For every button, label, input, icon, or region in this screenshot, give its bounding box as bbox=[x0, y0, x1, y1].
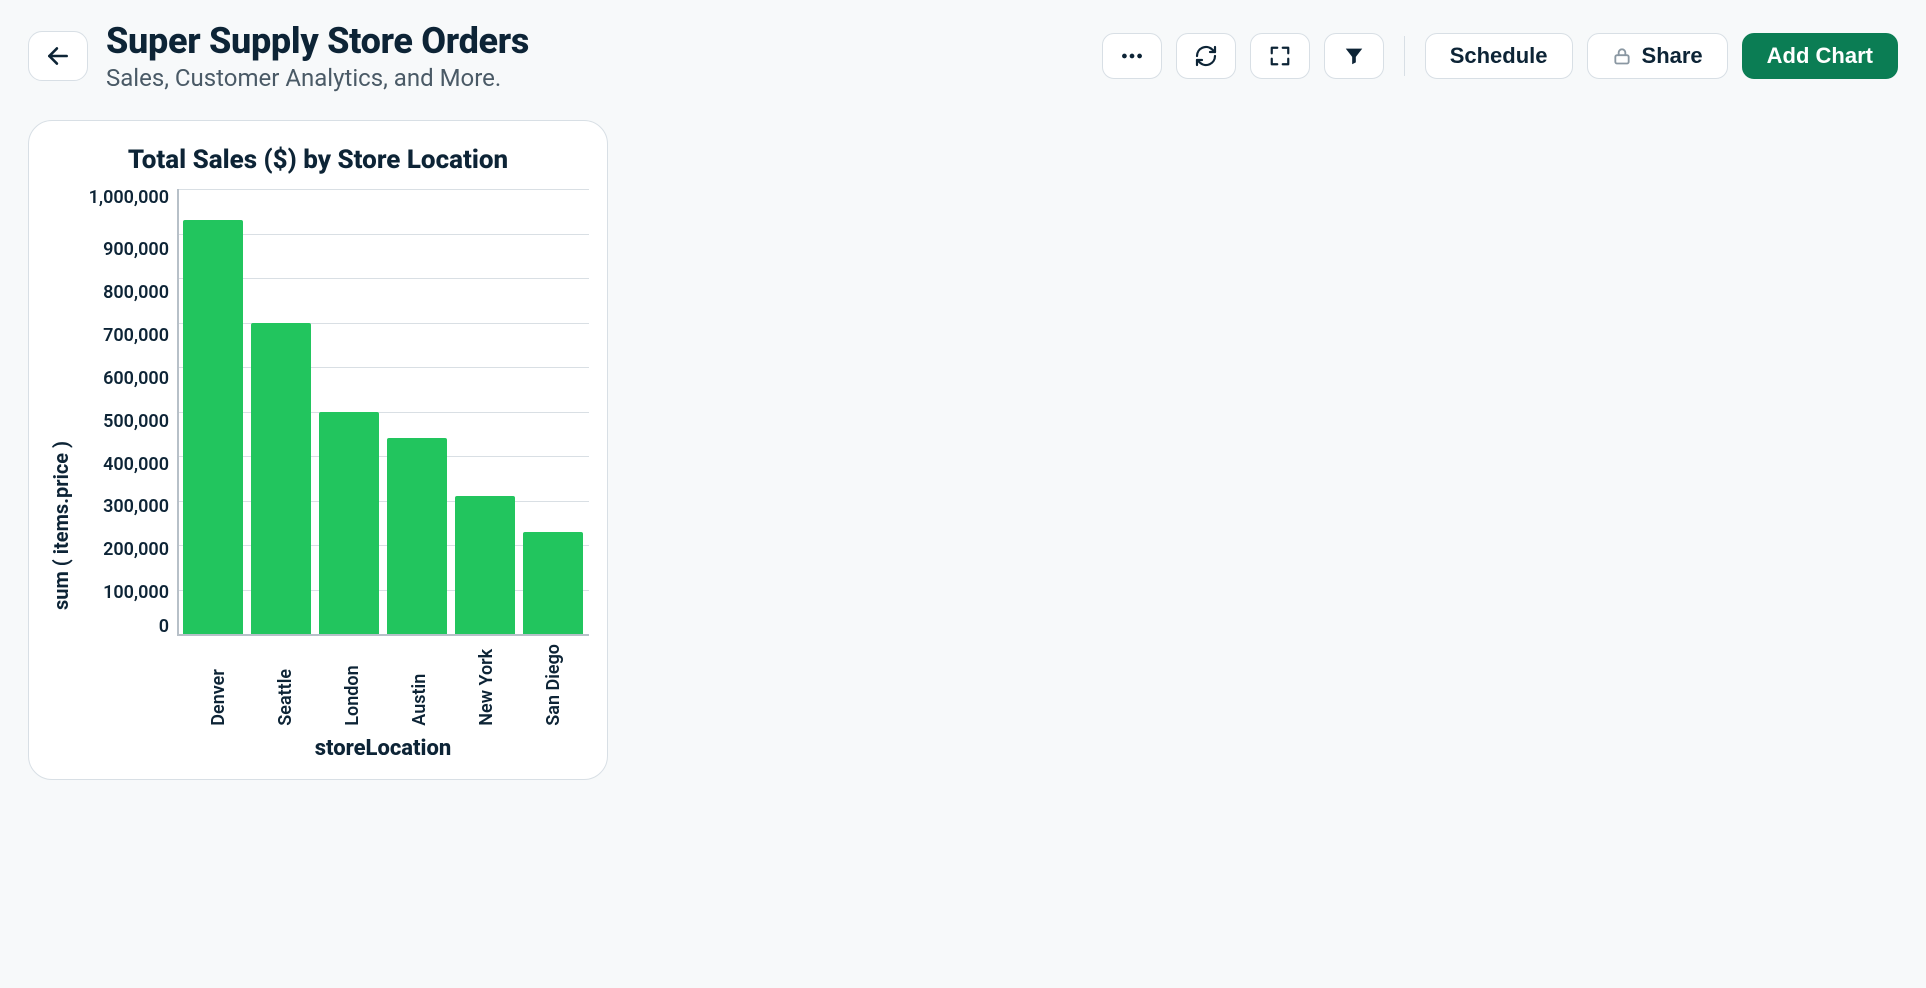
add-chart-button[interactable]: Add Chart bbox=[1742, 33, 1898, 79]
back-button[interactable] bbox=[28, 31, 88, 81]
chart-title: Total Sales ($) by Store Location bbox=[47, 145, 589, 175]
add-chart-button-label: Add Chart bbox=[1767, 43, 1873, 69]
x-tick: New York bbox=[476, 644, 497, 726]
bar-denver bbox=[183, 220, 243, 634]
x-tick: Austin bbox=[409, 644, 430, 726]
schedule-button-label: Schedule bbox=[1450, 43, 1548, 69]
y-tick: 800,000 bbox=[103, 284, 169, 302]
chart-card[interactable]: Total Sales ($) by Store Location sum ( … bbox=[28, 120, 608, 780]
chart: sum ( items.price ) 1,000,000 900,000 80… bbox=[47, 189, 589, 761]
y-tick: 500,000 bbox=[103, 413, 169, 431]
filter-button[interactable] bbox=[1324, 33, 1384, 79]
plot-area bbox=[177, 189, 589, 636]
arrow-left-icon bbox=[45, 43, 71, 69]
x-tick: Seattle bbox=[275, 644, 296, 726]
y-axis-ticks: 1,000,000 900,000 800,000 700,000 600,00… bbox=[73, 189, 177, 636]
bars bbox=[179, 189, 589, 634]
fullscreen-icon bbox=[1269, 45, 1291, 67]
toolbar-separator bbox=[1404, 36, 1405, 76]
header-toolbar: Schedule Share Add Chart bbox=[1102, 33, 1898, 79]
bar-seattle bbox=[251, 323, 311, 635]
y-tick: 1,000,000 bbox=[89, 189, 169, 207]
page-title: Super Supply Store Orders bbox=[106, 20, 529, 62]
x-axis-ticks: Denver Seattle London Austin New York Sa… bbox=[73, 636, 589, 726]
refresh-button[interactable] bbox=[1176, 33, 1236, 79]
lock-icon bbox=[1612, 46, 1632, 66]
y-tick: 400,000 bbox=[103, 456, 169, 474]
title-block: Super Supply Store Orders Sales, Custome… bbox=[106, 20, 529, 92]
page-header: Super Supply Store Orders Sales, Custome… bbox=[0, 0, 1926, 96]
x-tick: San Diego bbox=[543, 644, 564, 726]
y-tick: 100,000 bbox=[103, 584, 169, 602]
fullscreen-button[interactable] bbox=[1250, 33, 1310, 79]
dashboard-board: Total Sales ($) by Store Location sum ( … bbox=[0, 96, 1926, 804]
share-button[interactable]: Share bbox=[1587, 33, 1728, 79]
schedule-button[interactable]: Schedule bbox=[1425, 33, 1573, 79]
y-tick: 300,000 bbox=[103, 498, 169, 516]
bar-san-diego bbox=[523, 532, 583, 634]
bar-austin bbox=[387, 438, 447, 634]
share-button-label: Share bbox=[1642, 43, 1703, 69]
y-tick: 0 bbox=[159, 618, 169, 636]
more-options-button[interactable] bbox=[1102, 33, 1162, 79]
y-tick: 900,000 bbox=[103, 241, 169, 259]
y-tick: 600,000 bbox=[103, 370, 169, 388]
refresh-icon bbox=[1194, 44, 1218, 68]
bar-new-york bbox=[455, 496, 515, 634]
x-tick: London bbox=[342, 644, 363, 726]
x-tick: Denver bbox=[208, 644, 229, 726]
ellipsis-icon bbox=[1119, 43, 1145, 69]
y-tick: 200,000 bbox=[103, 541, 169, 559]
page-subtitle: Sales, Customer Analytics, and More. bbox=[106, 64, 529, 92]
bar-london bbox=[319, 412, 379, 635]
x-axis-label: storeLocation bbox=[177, 736, 589, 761]
y-axis-label: sum ( items.price ) bbox=[47, 189, 73, 761]
y-tick: 700,000 bbox=[103, 327, 169, 345]
filter-icon bbox=[1343, 45, 1365, 67]
